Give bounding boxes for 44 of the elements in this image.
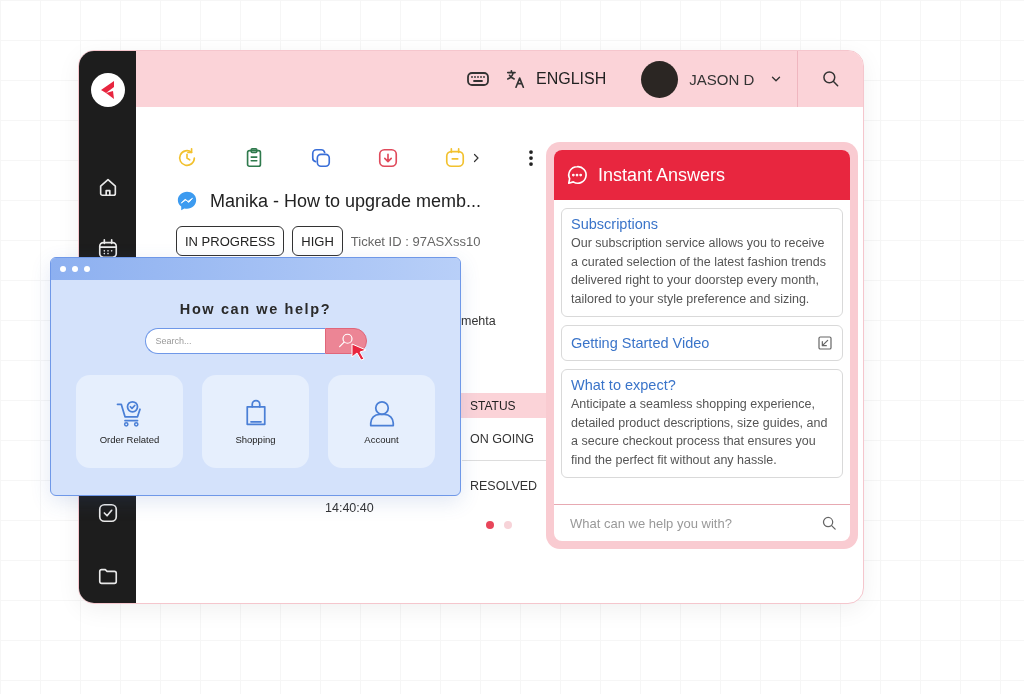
checkbox-icon[interactable] xyxy=(96,502,119,524)
translate-icon[interactable] xyxy=(505,68,527,90)
search-icon[interactable] xyxy=(820,69,841,89)
user-name[interactable]: JASON D xyxy=(689,70,755,88)
search-icon xyxy=(336,332,355,350)
answer-card[interactable] xyxy=(561,208,843,317)
category-card[interactable]: Shopping xyxy=(202,375,309,468)
assignee-name: mehta xyxy=(461,314,496,328)
search-field[interactable]: Search... xyxy=(144,328,325,354)
ticket-title: Manika - How to upgrade memb... xyxy=(210,190,482,212)
copy-icon[interactable] xyxy=(310,147,332,169)
more-vertical-icon[interactable] xyxy=(528,148,534,168)
answer-card[interactable]: What to expect? Anticipate a seamless shopping experience, detailed product descriptions, size guides, and a secure checkout process that ensures you find the perfect fit without any hassle. xyxy=(561,369,843,478)
chat-bubble-icon xyxy=(566,164,588,186)
status-cell-text: RESOLVED xyxy=(469,478,539,495)
pagination-dot[interactable] xyxy=(486,521,494,529)
app-logo[interactable] xyxy=(90,73,125,107)
answer-card[interactable]: Getting Started Video xyxy=(561,325,843,361)
time-cell-text: 14:40:40 xyxy=(325,500,375,515)
open-link-icon xyxy=(817,335,833,351)
ticket-tag: IN PROGRESS xyxy=(176,226,285,256)
ticket-tag: HIGH xyxy=(292,226,343,256)
answer-text: Our subscription service allows you to receive a curated selection of the latest fashion trends delivered right to your doorstep every month, tailored to your style preference and sizing. xyxy=(571,235,828,308)
cursor-arrow-icon xyxy=(351,343,367,361)
category-card[interactable]: Order Related xyxy=(76,375,183,468)
window-dot xyxy=(72,266,78,272)
download-icon[interactable] xyxy=(377,147,399,169)
messenger-icon xyxy=(176,190,198,212)
column-header: STATUS xyxy=(462,393,546,418)
help-heading: How can we help? xyxy=(178,301,333,317)
answer-text: Anticipate a seamless shopping experience, detailed product descriptions, size guides, and a secure checkout process that ensures you find the perfect fit without any hassle. xyxy=(571,396,829,469)
answer-title: Getting Started Video xyxy=(571,334,710,352)
panel-title: Instant Answers xyxy=(598,164,726,186)
window-dot xyxy=(84,266,90,272)
answer-title: What to expect? xyxy=(571,376,677,394)
pagination-dot[interactable] xyxy=(504,521,512,529)
search-icon[interactable] xyxy=(821,514,838,532)
language-label[interactable]: ENGLISH xyxy=(536,70,607,88)
window-dot xyxy=(60,266,66,272)
calendar-icon[interactable] xyxy=(96,238,119,260)
answer-title: Subscriptions xyxy=(571,215,660,233)
category-card[interactable]: Account xyxy=(328,375,435,468)
avatar[interactable] xyxy=(641,60,679,98)
ticket-id: Ticket ID : 97ASXss10 xyxy=(350,233,481,249)
